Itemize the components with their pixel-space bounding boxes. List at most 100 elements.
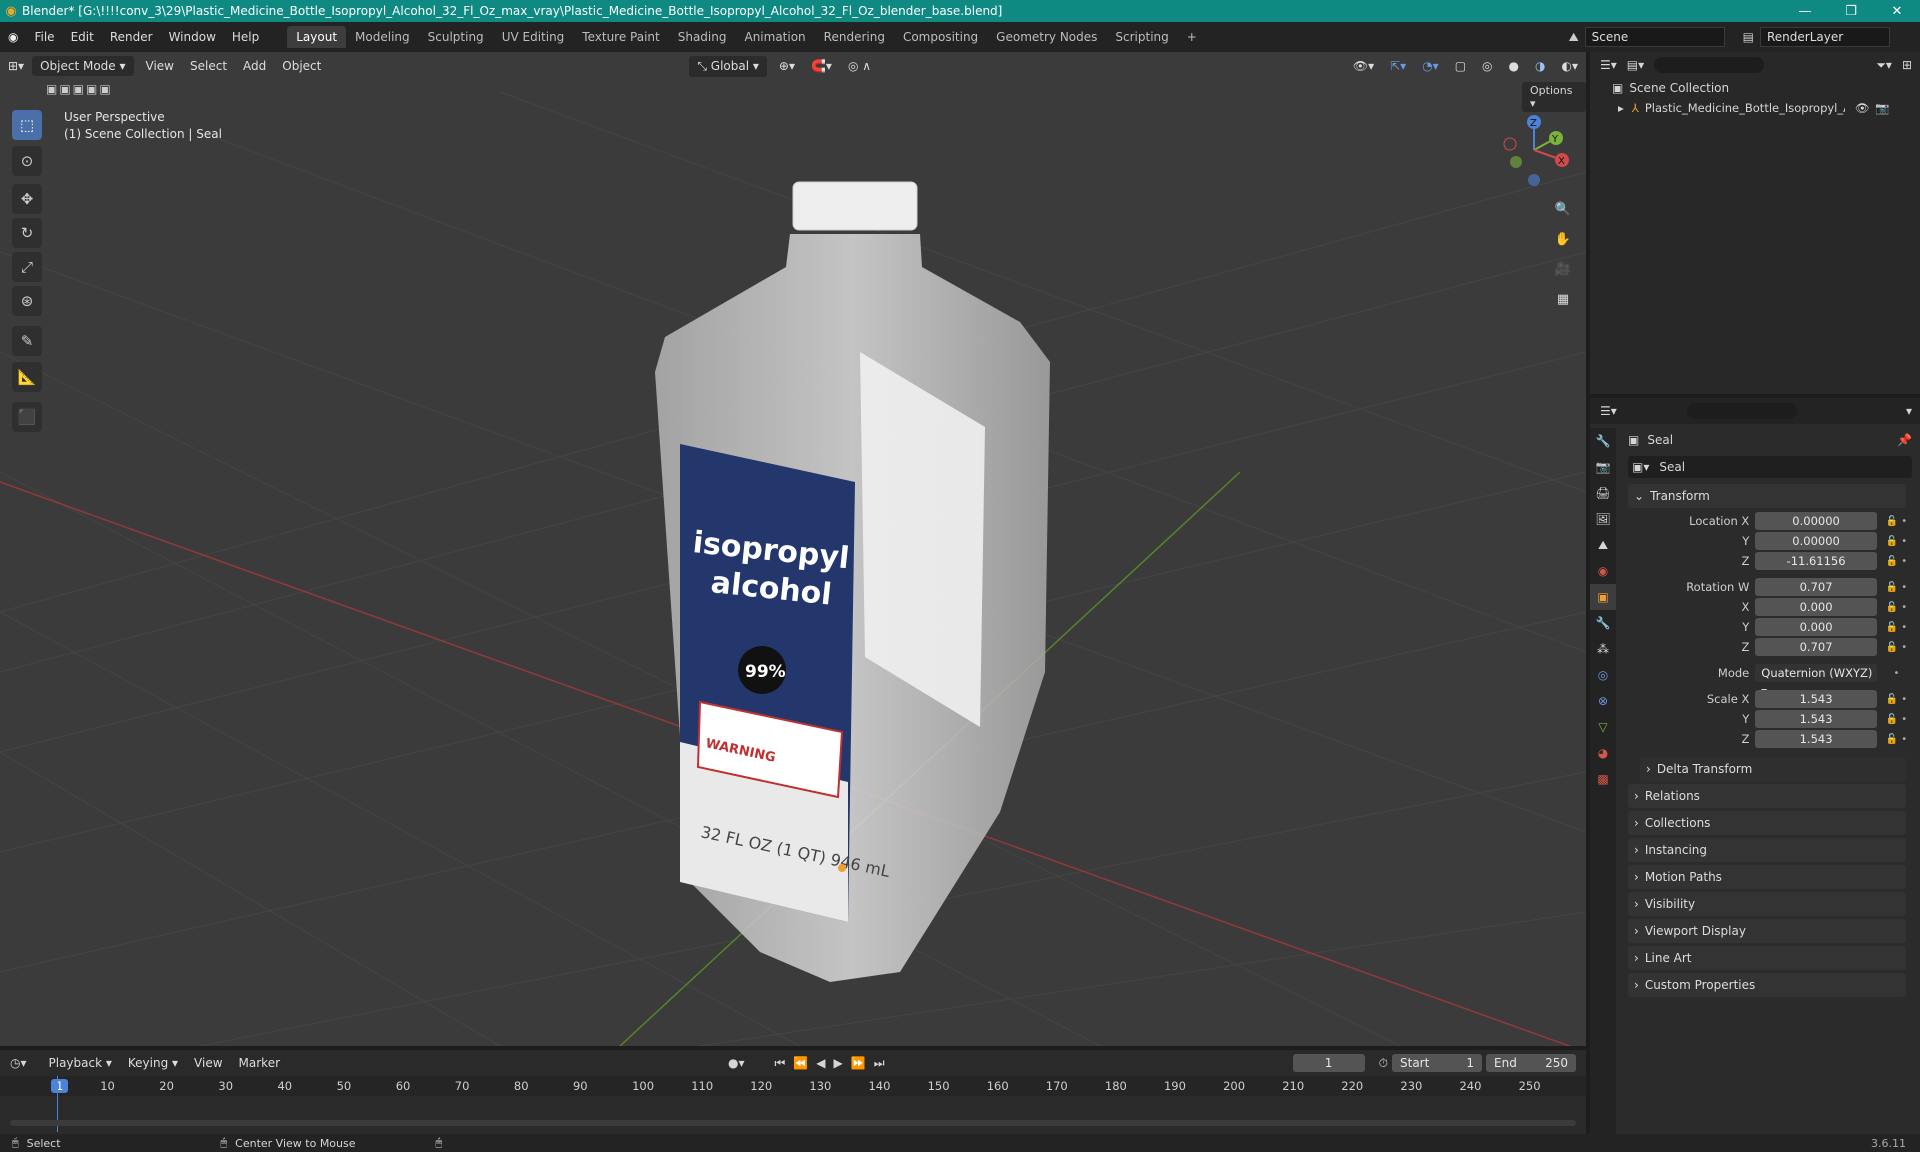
- location-x-field[interactable]: 0.00000: [1755, 512, 1877, 530]
- menu-help[interactable]: Help: [224, 30, 267, 44]
- proportional-edit-icon[interactable]: ◎ ∧: [840, 57, 879, 75]
- shading-rendered-icon[interactable]: ◐▾: [1554, 57, 1587, 75]
- lock-icon[interactable]: 🔓 •: [1877, 556, 1916, 567]
- object-name-field[interactable]: ▣▾ Seal: [1628, 456, 1912, 478]
- menu-object[interactable]: Object: [274, 57, 329, 75]
- properties-editor-icon[interactable]: ☰▾: [1600, 404, 1617, 418]
- scene-selector[interactable]: Scene: [1584, 27, 1725, 47]
- new-collection-icon[interactable]: ⊞: [1902, 58, 1912, 72]
- tab-rendering[interactable]: Rendering: [815, 26, 894, 48]
- 3d-viewport[interactable]: isopropyl alcohol 99% WARNING 32 FL OZ (…: [0, 52, 1586, 1046]
- shading-solid-icon[interactable]: ●: [1501, 57, 1527, 75]
- menu-edit[interactable]: Edit: [63, 30, 102, 44]
- menu-marker[interactable]: Marker: [231, 1054, 288, 1072]
- scale-tool[interactable]: ⤢: [12, 252, 42, 282]
- viewport-scene[interactable]: isopropyl alcohol 99% WARNING 32 FL OZ (…: [0, 52, 1586, 1046]
- measure-tool[interactable]: 📐: [12, 362, 42, 392]
- zoom-icon[interactable]: 🔍: [1550, 196, 1576, 222]
- menu-file[interactable]: File: [26, 30, 62, 44]
- scale-z-field[interactable]: 1.543: [1755, 730, 1877, 748]
- minimize-button[interactable]: —: [1782, 4, 1828, 19]
- overlay-toggle-icon[interactable]: ◔▾: [1414, 57, 1447, 75]
- tab-texture-paint[interactable]: Texture Paint: [573, 26, 668, 48]
- snap-icon[interactable]: 🧲▾: [803, 57, 840, 75]
- timeline-editor-icon[interactable]: ◷▾: [10, 1056, 27, 1070]
- menu-timeline-view[interactable]: View: [186, 1054, 230, 1072]
- viewport-display-panel-header[interactable]: › Viewport Display: [1628, 919, 1906, 943]
- lock-icon[interactable]: 🔓 •: [1877, 582, 1916, 593]
- shading-wireframe-icon[interactable]: ◎: [1474, 57, 1500, 75]
- tab-animation[interactable]: Animation: [735, 26, 814, 48]
- add-workspace-button[interactable]: +: [1178, 26, 1206, 48]
- tab-sculpting[interactable]: Sculpting: [419, 26, 493, 48]
- outliner-item[interactable]: ▸ ⅄ Plastic_Medicine_Bottle_Isopropyl_Al…: [1590, 98, 1920, 118]
- options-button[interactable]: Options ▾: [1522, 82, 1586, 112]
- end-frame-field[interactable]: End 250: [1486, 1054, 1576, 1072]
- menu-keying[interactable]: Keying ▾: [120, 1054, 186, 1072]
- ortho-grid-icon[interactable]: ▦: [1550, 286, 1576, 312]
- expand-arrow-icon[interactable]: ▸: [1618, 101, 1624, 115]
- collections-panel-header[interactable]: › Collections: [1628, 811, 1906, 835]
- record-icon[interactable]: ●▾: [728, 1056, 745, 1070]
- relations-panel-header[interactable]: › Relations: [1628, 784, 1906, 808]
- pin-icon[interactable]: 📌: [1897, 433, 1912, 447]
- lock-icon[interactable]: 🔓 •: [1877, 642, 1916, 653]
- properties-options-icon[interactable]: ▾: [1906, 404, 1912, 418]
- jump-end-icon[interactable]: ⏭: [874, 1056, 885, 1071]
- object-tab-icon[interactable]: ▣: [1590, 584, 1616, 610]
- tab-geometry-nodes[interactable]: Geometry Nodes: [987, 26, 1106, 48]
- editor-type-icon[interactable]: ⊞▾: [0, 57, 32, 75]
- selection-mode-icons[interactable]: ▣▣▣▣▣: [46, 82, 113, 96]
- lock-icon[interactable]: 🔓 •: [1877, 734, 1916, 745]
- rotation-mode-dropdown[interactable]: Quaternion (WXYZ) ▾: [1755, 664, 1877, 698]
- outliner-scene-collection[interactable]: ▣ Scene Collection: [1590, 78, 1920, 98]
- scene-tab-icon[interactable]: ⛰: [1590, 532, 1616, 558]
- tab-layout[interactable]: Layout: [287, 26, 347, 48]
- visibility-panel-header[interactable]: › Visibility: [1628, 892, 1906, 916]
- tab-shading[interactable]: Shading: [669, 26, 736, 48]
- menu-add[interactable]: Add: [235, 57, 274, 75]
- annotate-tool[interactable]: ✎: [12, 326, 42, 356]
- particles-tab-icon[interactable]: ⁂: [1590, 636, 1616, 662]
- custom-properties-panel-header[interactable]: › Custom Properties: [1628, 973, 1906, 997]
- line-art-panel-header[interactable]: › Line Art: [1628, 946, 1906, 970]
- rotation-y-field[interactable]: 0.000: [1755, 618, 1877, 636]
- delta-transform-header[interactable]: › Delta Transform: [1640, 757, 1906, 781]
- menu-playback[interactable]: Playback ▾: [41, 1054, 120, 1072]
- rotation-w-field[interactable]: 0.707: [1755, 578, 1877, 596]
- camera-view-icon[interactable]: 🎥: [1550, 256, 1576, 282]
- menu-view[interactable]: View: [138, 57, 182, 75]
- camera-icon[interactable]: 📷: [1875, 101, 1889, 115]
- maximize-button[interactable]: ❐: [1828, 4, 1874, 19]
- outliner-search-input[interactable]: [1654, 57, 1765, 73]
- select-box-tool[interactable]: ⬚: [12, 110, 42, 140]
- display-mode-icon[interactable]: ▤▾: [1627, 58, 1644, 72]
- view-layer-tab-icon[interactable]: 🖼: [1590, 506, 1616, 532]
- transform-tool[interactable]: ⊛: [12, 286, 42, 316]
- tab-compositing[interactable]: Compositing: [894, 26, 987, 48]
- mode-selector[interactable]: Object Mode ▾: [32, 56, 134, 76]
- filter-icon[interactable]: ⏷▾: [1876, 58, 1892, 73]
- close-button[interactable]: ✕: [1874, 4, 1920, 19]
- lock-icon[interactable]: 🔓 •: [1877, 694, 1916, 705]
- timeline-scrollbar[interactable]: [10, 1120, 1576, 1126]
- tab-scripting[interactable]: Scripting: [1106, 26, 1177, 48]
- scale-y-field[interactable]: 1.543: [1755, 710, 1877, 728]
- location-z-field[interactable]: -11.61156: [1755, 552, 1877, 570]
- blender-menu-icon[interactable]: ◉: [0, 30, 26, 44]
- lock-icon[interactable]: 🔓 •: [1877, 714, 1916, 725]
- current-frame-field[interactable]: 1: [1292, 1054, 1365, 1072]
- navigation-gizmo[interactable]: Z Y X: [1496, 110, 1576, 190]
- lock-icon[interactable]: 🔓 •: [1877, 602, 1916, 613]
- add-cube-tool[interactable]: ⬛: [12, 402, 42, 432]
- material-tab-icon[interactable]: ◕: [1590, 740, 1616, 766]
- cursor-tool[interactable]: ⊙: [12, 146, 42, 176]
- lock-icon[interactable]: 🔓 •: [1877, 622, 1916, 633]
- xray-icon[interactable]: ▢: [1447, 57, 1474, 75]
- pivot-icon[interactable]: ⊕▾: [771, 57, 803, 75]
- start-frame-field[interactable]: Start 1: [1392, 1054, 1482, 1072]
- data-tab-icon[interactable]: ▽: [1590, 714, 1616, 740]
- object-origin[interactable]: [838, 864, 846, 872]
- visibility-icon[interactable]: 👁▾: [1345, 57, 1382, 75]
- properties-search-input[interactable]: [1686, 403, 1797, 419]
